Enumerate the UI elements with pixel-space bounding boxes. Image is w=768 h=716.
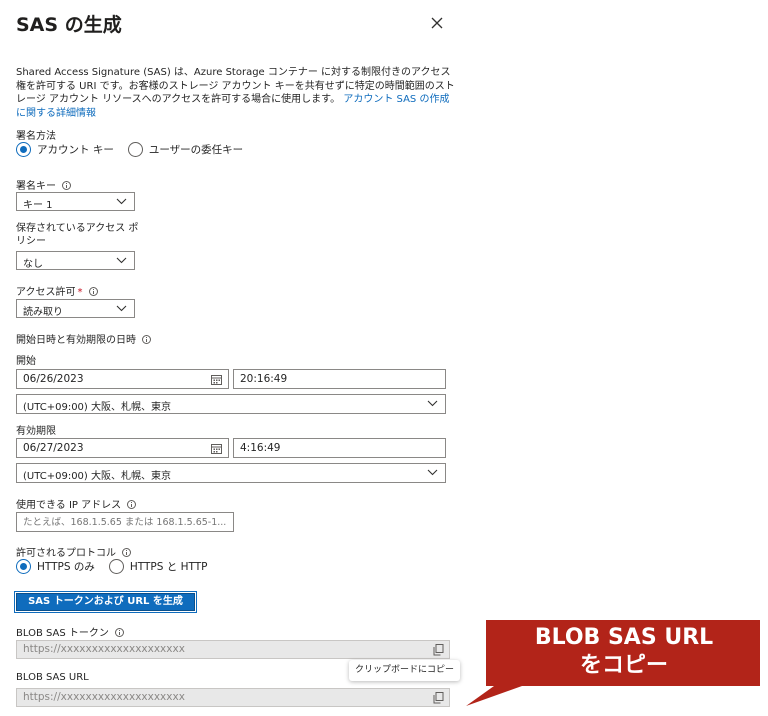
- stored-policy-label-line1: 保存されているアクセス ポ: [16, 223, 139, 234]
- expiry-timezone-value: (UTC+09:00) 大阪、札幌、東京: [23, 471, 172, 482]
- required-mark: *: [77, 287, 83, 298]
- panel-description: Shared Access Signature (SAS) は、Azure St…: [16, 66, 456, 120]
- expiry-label: 有効期限: [16, 426, 56, 437]
- stored-policy-label: 保存されているアクセス ポ リシー: [16, 222, 138, 248]
- datetime-section-label-text: 開始日時と有効期限の日時: [16, 335, 136, 346]
- info-icon[interactable]: [122, 548, 131, 557]
- blob-sas-url-value: https://xxxxxxxxxxxxxxxxxxxx: [23, 691, 185, 703]
- chevron-down-icon: [116, 198, 127, 205]
- signing-key-dropdown[interactable]: キー 1: [16, 192, 135, 211]
- callout-line2: をコピー: [579, 653, 668, 678]
- calendar-icon[interactable]: [211, 374, 222, 385]
- start-time-input[interactable]: 20:16:49: [233, 369, 446, 389]
- signing-method-radio-group: アカウント キー ユーザーの委任キー: [16, 142, 257, 157]
- start-timezone-dropdown[interactable]: (UTC+09:00) 大阪、札幌、東京: [16, 394, 446, 414]
- info-icon[interactable]: [142, 335, 151, 344]
- protocols-radio-group: HTTPS のみ HTTPS と HTTP: [16, 559, 221, 574]
- blob-sas-url-field[interactable]: https://xxxxxxxxxxxxxxxxxxxx: [16, 688, 450, 707]
- blob-sas-token-field[interactable]: https://xxxxxxxxxxxxxxxxxxxx: [16, 640, 450, 659]
- blob-sas-token-value: https://xxxxxxxxxxxxxxxxxxxx: [23, 643, 185, 655]
- start-timezone-value: (UTC+09:00) 大阪、札幌、東京: [23, 402, 172, 413]
- permissions-value: 読み取り: [23, 307, 63, 318]
- stored-policy-label-line2: リシー: [16, 236, 46, 247]
- signing-key-label: 署名キー: [16, 177, 71, 192]
- info-icon[interactable]: [127, 500, 137, 509]
- allowed-ip-label: 使用できる IP アドレス: [16, 496, 137, 511]
- callout-line1: BLOB SAS URL: [534, 625, 714, 650]
- radio-https-only-label: HTTPS のみ: [37, 561, 95, 573]
- protocols-label-text: 許可されるプロトコル: [16, 548, 116, 559]
- radio-account-key-label: アカウント キー: [37, 144, 114, 156]
- radio-https-and-http-label: HTTPS と HTTP: [129, 561, 208, 573]
- info-icon[interactable]: [114, 628, 124, 637]
- signing-key-value: キー 1: [23, 200, 53, 211]
- radio-user-delegation-key-label: ユーザーの委任キー: [148, 144, 244, 156]
- signing-method-label: 署名方法: [16, 131, 56, 142]
- allowed-ip-label-text: 使用できる IP アドレス: [16, 500, 122, 511]
- copy-icon[interactable]: [433, 644, 444, 656]
- copy-icon[interactable]: [433, 692, 444, 704]
- chevron-down-icon: [116, 257, 127, 264]
- permissions-dropdown[interactable]: 読み取り: [16, 299, 135, 318]
- panel-title: SAS の生成: [16, 14, 122, 36]
- close-icon[interactable]: [428, 14, 446, 32]
- datetime-section-label: 開始日時と有効期限の日時: [16, 331, 151, 346]
- copy-tooltip: クリップボードにコピー: [349, 660, 460, 681]
- radio-https-and-http[interactable]: [108, 559, 124, 574]
- radio-account-key[interactable]: [16, 142, 31, 157]
- start-date-value: 06/26/2023: [23, 373, 84, 385]
- chevron-down-icon: [116, 305, 127, 312]
- signing-key-label-text: 署名キー: [16, 181, 56, 192]
- stored-policy-value: なし: [23, 259, 43, 270]
- expiry-timezone-dropdown[interactable]: (UTC+09:00) 大阪、札幌、東京: [16, 463, 446, 483]
- expiry-time-input[interactable]: 4:16:49: [233, 438, 446, 458]
- info-icon[interactable]: [88, 287, 98, 296]
- chevron-down-icon: [427, 469, 438, 476]
- callout-text: BLOB SAS URL をコピー: [490, 624, 758, 680]
- expiry-date-input[interactable]: 06/27/2023: [16, 438, 229, 458]
- expiry-time-value: 4:16:49: [240, 442, 281, 454]
- start-date-input[interactable]: 06/26/2023: [16, 369, 229, 389]
- generate-sas-button[interactable]: SAS トークンおよび URL を生成: [14, 591, 197, 613]
- calendar-icon[interactable]: [211, 443, 222, 454]
- allowed-ip-input[interactable]: [16, 512, 234, 532]
- blob-sas-token-label-text: BLOB SAS トークン: [16, 628, 109, 639]
- radio-user-delegation-key[interactable]: [127, 142, 143, 157]
- chevron-down-icon: [427, 400, 438, 407]
- protocols-label: 許可されるプロトコル: [16, 544, 131, 559]
- blob-sas-token-label: BLOB SAS トークン: [16, 624, 124, 639]
- start-label: 開始: [16, 356, 36, 367]
- permissions-label: アクセス許可 *: [16, 283, 98, 298]
- start-time-value: 20:16:49: [240, 373, 288, 385]
- radio-https-only[interactable]: [16, 559, 31, 574]
- permissions-label-text: アクセス許可: [16, 287, 76, 298]
- stored-policy-dropdown[interactable]: なし: [16, 251, 135, 270]
- expiry-date-value: 06/27/2023: [23, 442, 84, 454]
- blob-sas-url-label: BLOB SAS URL: [16, 672, 89, 683]
- info-icon[interactable]: [62, 181, 71, 190]
